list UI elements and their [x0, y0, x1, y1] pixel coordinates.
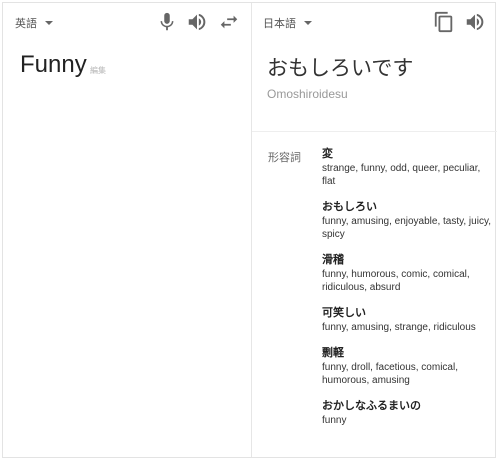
entry-synonyms: strange, funny, odd, queer, peculiar, fl…	[322, 163, 481, 187]
dictionary-entry: 可笑しい funny, amusing, strange, ridiculous	[322, 307, 492, 334]
dictionary-entry: おかしなふるまいの funny	[322, 400, 492, 427]
chevron-down-icon	[45, 21, 53, 25]
microphone-icon[interactable]	[156, 11, 178, 33]
entry-word[interactable]: 変	[322, 148, 492, 161]
target-language-label: 日本語	[263, 18, 296, 30]
source-text[interactable]: Funny	[20, 51, 87, 79]
swap-arrows-icon[interactable]	[218, 11, 240, 33]
dictionary-entries: 変 strange, funny, odd, queer, peculiar, …	[322, 148, 492, 440]
chevron-down-icon	[304, 21, 312, 25]
part-of-speech-label: 形容詞	[268, 152, 301, 164]
panel-divider	[251, 3, 252, 457]
source-language-label: 英語	[15, 18, 37, 30]
entry-word[interactable]: 滑稽	[322, 254, 492, 267]
entry-word[interactable]: 剽軽	[322, 347, 492, 360]
dictionary-entry: おもしろい funny, amusing, enjoyable, tasty, …	[322, 201, 492, 241]
dictionary-entry: 変 strange, funny, odd, queer, peculiar, …	[322, 148, 492, 188]
entry-synonyms: funny, droll, facetious, comical, humoro…	[322, 362, 458, 386]
copy-icon[interactable]	[433, 11, 455, 33]
entry-word[interactable]: 可笑しい	[322, 307, 492, 320]
section-divider	[252, 131, 497, 132]
dictionary-entry: 剽軽 funny, droll, facetious, comical, hum…	[322, 347, 492, 387]
speaker-icon[interactable]	[464, 11, 486, 33]
dictionary-entry: 滑稽 funny, humorous, comic, comical, ridi…	[322, 254, 492, 294]
entry-word[interactable]: おかしなふるまいの	[322, 400, 492, 413]
target-language-select[interactable]: 日本語	[263, 15, 312, 31]
romanization-text: Omoshiroidesu	[267, 87, 348, 101]
entry-word[interactable]: おもしろい	[322, 201, 492, 214]
entry-synonyms: funny	[322, 415, 347, 426]
source-language-select[interactable]: 英語	[15, 15, 53, 31]
entry-synonyms: funny, amusing, strange, ridiculous	[322, 322, 476, 333]
translation-text: おもしろいです	[267, 57, 414, 80]
entry-synonyms: funny, humorous, comic, comical, ridicul…	[322, 269, 470, 293]
edit-link[interactable]: 編集	[90, 65, 106, 76]
speaker-icon[interactable]	[186, 11, 208, 33]
translate-panel: 英語 Funny 編集 日本語 おもしろいです Omoshiroidesu 形容…	[2, 2, 497, 458]
entry-synonyms: funny, amusing, enjoyable, tasty, juicy,…	[322, 216, 491, 240]
